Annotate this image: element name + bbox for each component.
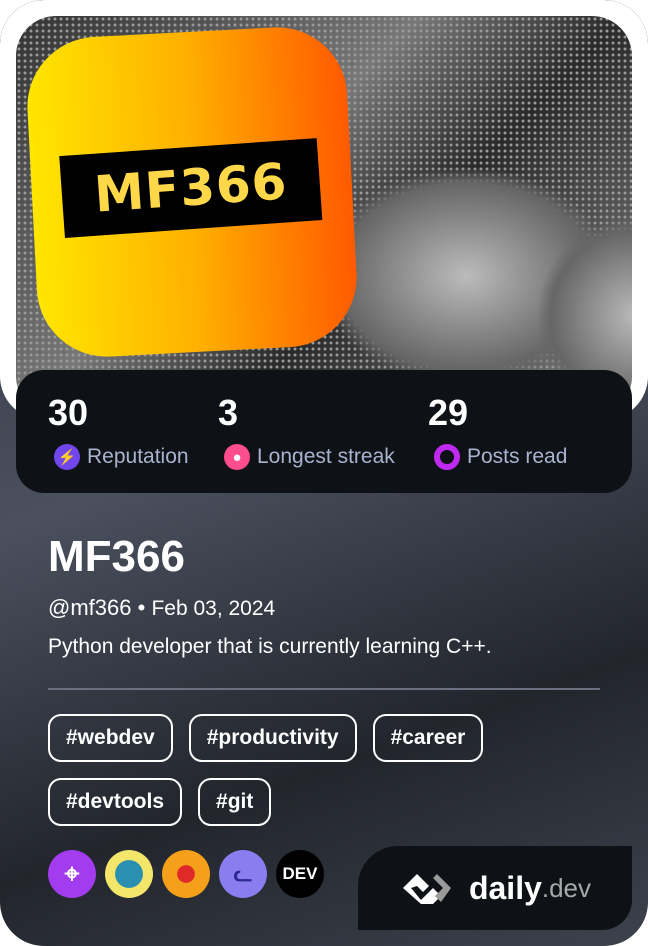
stat-value: 29 [428, 392, 469, 433]
boxing-glove-icon [162, 850, 210, 898]
tag: #git [198, 778, 272, 826]
profile-meta: @mf366 • Feb 03, 2024 [48, 595, 275, 621]
robot-icon [105, 850, 153, 898]
stat-longest-streak: 3 ● Longest streak [218, 392, 395, 470]
stat-reputation: 30 ⚡ Reputation [48, 392, 189, 470]
stats-panel: 30 ⚡ Reputation 3 ● Longest streak 29 Post… [16, 370, 632, 493]
profile-card: MF366 30 ⚡ Reputation 3 ● Longest streak 2… [0, 0, 648, 946]
brand-suffix: .dev [541, 872, 592, 903]
stat-value: 30 [48, 392, 89, 433]
crosshair-icon: ⌖ [48, 850, 96, 898]
username: @mf366 [48, 595, 132, 620]
separator: • [137, 595, 146, 620]
tag: #productivity [188, 714, 357, 762]
divider [48, 688, 600, 690]
tag-list: #webdev #productivity #career #devtools … [48, 714, 608, 826]
tag: #devtools [48, 778, 183, 826]
daily-dev-logo: daily .dev [358, 846, 632, 930]
join-date: Feb 03, 2024 [151, 597, 276, 620]
stat-label: Longest streak [257, 445, 395, 468]
avatar-label: MF366 [59, 138, 323, 238]
flame-icon: ● [224, 444, 250, 470]
daily-dev-icon [402, 874, 451, 904]
avatar: MF366 [23, 23, 361, 361]
tag: #webdev [48, 714, 173, 762]
stat-label: Reputation [87, 445, 189, 468]
stat-value: 3 [218, 392, 239, 433]
profile-name: MF366 [48, 532, 185, 581]
cat-icon: ᓚ [219, 850, 267, 898]
tag: #career [372, 714, 484, 762]
stat-posts-read: 29 Posts read [428, 392, 567, 470]
lightning-icon: ⚡ [54, 444, 80, 470]
ring-icon [434, 444, 460, 470]
dev-logo-icon: DEV [276, 850, 324, 898]
brand-name: daily [468, 869, 542, 906]
badge-list: ⌖ ᓚ DEV [48, 850, 324, 898]
dev-label: DEV [282, 864, 318, 883]
stat-label: Posts read [467, 445, 568, 468]
profile-bio: Python developer that is currently learn… [48, 635, 492, 658]
